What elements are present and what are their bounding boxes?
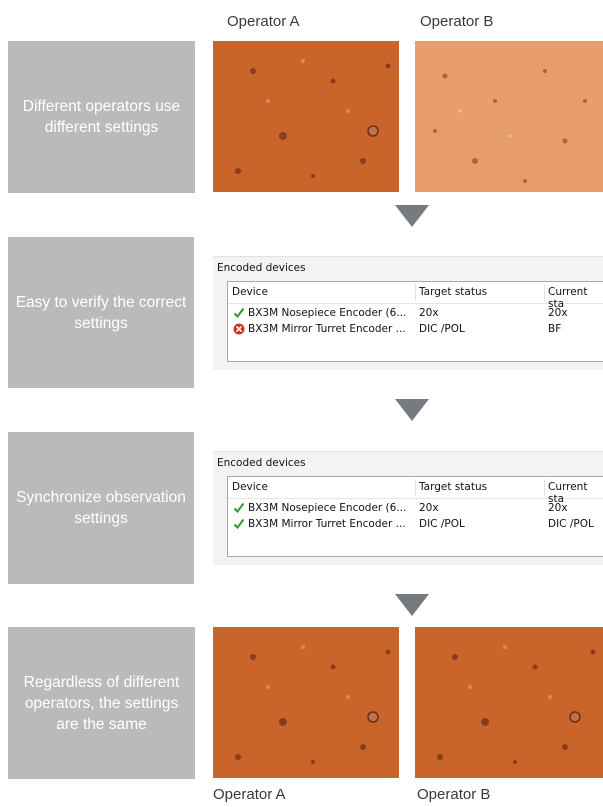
column-device[interactable]: Device — [232, 481, 268, 493]
micrograph-operator-b-bottom — [415, 627, 603, 778]
device-name: BX3M Nosepiece Encoder (6... — [248, 502, 407, 514]
step-box-different-settings: Different operators use different settin… — [8, 41, 195, 193]
micrograph-image — [213, 627, 399, 778]
down-arrow-icon — [395, 594, 429, 616]
device-name: BX3M Mirror Turret Encoder ... — [248, 518, 406, 530]
target-status: DIC /POL — [419, 323, 465, 335]
micrograph-operator-a-bottom — [213, 627, 399, 778]
table-row[interactable]: BX3M Nosepiece Encoder (6... 20x 20x — [228, 305, 603, 321]
micrograph-image — [415, 41, 603, 192]
operator-b-label-bottom: Operator B — [417, 786, 491, 803]
target-status: 20x — [419, 307, 439, 319]
device-name: BX3M Mirror Turret Encoder ... — [248, 323, 406, 335]
table-header: Device Target status Current sta — [228, 282, 603, 310]
encoded-devices-table: Device Target status Current sta BX3M No… — [227, 476, 603, 557]
micrograph-operator-a-top — [213, 41, 399, 192]
current-status: DIC /POL — [548, 518, 594, 530]
down-arrow-icon — [395, 205, 429, 227]
current-status: 20x — [548, 307, 568, 319]
green-check-icon — [233, 307, 245, 319]
table-header: Device Target status Current sta — [228, 477, 603, 505]
operator-a-label-bottom: Operator A — [213, 786, 286, 803]
red-x-icon — [233, 323, 245, 335]
down-arrow-icon — [395, 399, 429, 421]
table-row[interactable]: BX3M Nosepiece Encoder (6... 20x 20x — [228, 500, 603, 516]
device-name: BX3M Nosepiece Encoder (6... — [248, 307, 407, 319]
column-target-status[interactable]: Target status — [419, 286, 487, 298]
step-text: Regardless of different operators, the s… — [23, 673, 180, 733]
encoded-devices-table: Device Target status Current sta BX3M No… — [227, 281, 603, 362]
step-text: Easy to verify the correct settings — [15, 293, 187, 332]
micrograph-image — [415, 627, 603, 778]
column-target-status[interactable]: Target status — [419, 481, 487, 493]
target-status: 20x — [419, 502, 439, 514]
operator-a-label-top: Operator A — [227, 13, 300, 30]
current-status: 20x — [548, 502, 568, 514]
step-box-settings-same: Regardless of different operators, the s… — [8, 627, 195, 779]
step-text: Synchronize observation settings — [16, 489, 186, 527]
panel-title: Encoded devices — [217, 262, 306, 274]
column-device[interactable]: Device — [232, 286, 268, 298]
green-check-icon — [233, 502, 245, 514]
micrograph-image — [213, 41, 399, 192]
encoded-devices-panel-1: Encoded devices Device Target status Cur… — [213, 256, 603, 370]
table-row[interactable]: BX3M Mirror Turret Encoder ... DIC /POL … — [228, 321, 603, 337]
step-box-verify-settings: Easy to verify the correct settings — [8, 237, 194, 388]
operator-b-label-top: Operator B — [420, 13, 494, 30]
step-text: Different operators use different settin… — [22, 98, 181, 136]
target-status: DIC /POL — [419, 518, 465, 530]
table-row[interactable]: BX3M Mirror Turret Encoder ... DIC /POL … — [228, 516, 603, 532]
panel-title: Encoded devices — [217, 457, 306, 469]
encoded-devices-panel-2: Encoded devices Device Target status Cur… — [213, 451, 603, 565]
micrograph-operator-b-top — [415, 41, 603, 192]
green-check-icon — [233, 518, 245, 530]
step-box-synchronize-settings: Synchronize observation settings — [8, 432, 194, 584]
current-status: BF — [548, 323, 562, 335]
